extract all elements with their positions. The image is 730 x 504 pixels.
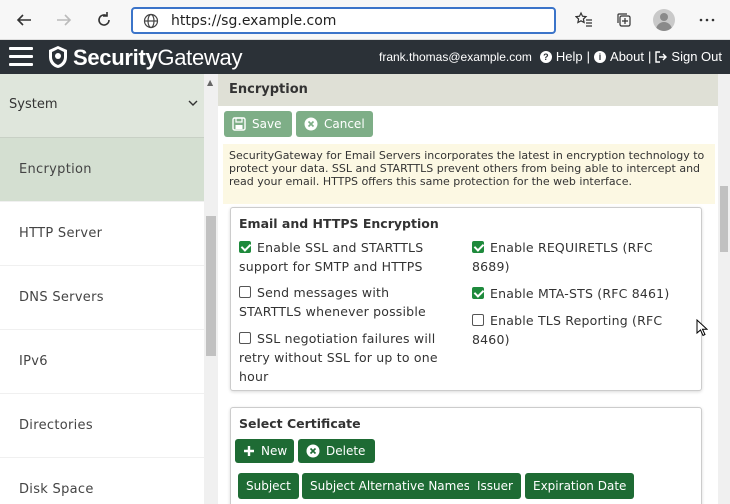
cancel-icon: [304, 117, 318, 131]
page-title-bar: Encryption: [218, 74, 718, 106]
main-scroll-thumb[interactable]: [720, 186, 728, 252]
intro-text: SecurityGateway for Email Servers incorp…: [223, 144, 715, 204]
option-requiretls[interactable]: Enable REQUIRETLS (RFC 8689): [472, 238, 694, 276]
back-arrow-icon[interactable]: [12, 8, 36, 32]
sign-out-link[interactable]: Sign Out: [671, 49, 722, 64]
main-content: Encryption Save Cancel SecurityGateway f…: [218, 74, 730, 504]
encryption-options-card: Email and HTTPS Encryption Enable SSL an…: [230, 207, 702, 391]
column-header-expiration-date[interactable]: Expiration Date: [525, 473, 635, 499]
card-title: Email and HTTPS Encryption: [239, 216, 439, 231]
sidebar-item-http-server[interactable]: HTTP Server: [0, 202, 204, 266]
collections-icon[interactable]: [612, 8, 636, 32]
sidebar-item-disk-space[interactable]: Disk Space: [0, 458, 204, 504]
sidebar-item-ipv6[interactable]: IPv6: [0, 330, 204, 394]
browser-toolbar: https://sg.example.com: [0, 0, 730, 40]
checkbox-send-starttls[interactable]: [239, 286, 251, 298]
sidebar-item-label: Encryption: [19, 162, 92, 177]
column-header-subject[interactable]: Subject: [238, 473, 299, 499]
help-link[interactable]: Help: [556, 49, 583, 64]
delete-label: Delete: [326, 444, 366, 458]
checkbox-tls-reporting[interactable]: [472, 314, 484, 326]
save-label: Save: [252, 117, 282, 131]
header-links: frank.thomas@example.com ? Help | i Abou…: [378, 49, 722, 64]
sign-out-icon: [655, 50, 668, 63]
column-header-subject-alternative-names[interactable]: Subject Alternative Names: [302, 473, 478, 499]
user-email[interactable]: frank.thomas@example.com: [379, 50, 532, 64]
new-label: New: [261, 444, 288, 458]
sidebar-item-dns-servers[interactable]: DNS Servers: [0, 266, 204, 330]
card-title: Select Certificate: [239, 416, 361, 431]
sidebar-item-label: Directories: [19, 418, 93, 433]
sidebar-section-system[interactable]: System: [0, 74, 204, 138]
logo-text: SecurityGateway: [73, 45, 243, 70]
option-ssl-retry[interactable]: SSL negotiation failures will retry with…: [239, 329, 454, 386]
info-icon: i: [594, 50, 607, 63]
checkbox-requiretls[interactable]: [472, 241, 484, 253]
address-bar[interactable]: https://sg.example.com: [131, 7, 556, 34]
sidebar-scrollbar[interactable]: ▲: [204, 74, 218, 504]
app-header: SecurityGateway frank.thomas@example.com…: [0, 40, 730, 74]
sidebar-item-encryption[interactable]: Encryption: [0, 138, 204, 202]
sidebar: System Encryption HTTP Server DNS Server…: [0, 74, 218, 504]
mouse-cursor-icon: [696, 319, 708, 337]
more-icon[interactable]: [695, 8, 719, 32]
main-scrollbar[interactable]: [718, 74, 730, 504]
forward-arrow-icon[interactable]: [52, 8, 76, 32]
save-button[interactable]: Save: [224, 111, 292, 137]
sidebar-item-label: IPv6: [19, 354, 48, 369]
help-icon: ?: [539, 50, 552, 63]
about-link[interactable]: About: [610, 49, 644, 64]
option-send-starttls[interactable]: Send messages with STARTTLS whenever pos…: [239, 283, 449, 321]
option-ssl-starttls[interactable]: Enable SSL and STARTTLS support for SMTP…: [239, 238, 449, 276]
delete-icon: [306, 444, 320, 458]
sidebar-scroll-thumb[interactable]: [206, 216, 216, 356]
cancel-label: Cancel: [324, 117, 365, 131]
globe-icon: [143, 13, 159, 28]
cancel-button[interactable]: Cancel: [296, 111, 373, 137]
new-certificate-button[interactable]: New: [235, 439, 294, 463]
column-header-issuer[interactable]: Issuer: [469, 473, 521, 499]
save-icon: [232, 117, 246, 131]
sidebar-item-label: HTTP Server: [19, 226, 103, 241]
profile-avatar[interactable]: [653, 9, 675, 31]
certificate-card: Select Certificate New Delete Subject Su…: [230, 407, 702, 504]
sidebar-section-label: System: [9, 97, 58, 112]
checkbox-ssl-retry[interactable]: [239, 332, 251, 344]
url-text: https://sg.example.com: [171, 12, 337, 29]
logo-icon: [49, 46, 67, 68]
checkbox-mta-sts[interactable]: [472, 287, 484, 299]
plus-icon: [243, 445, 255, 457]
sidebar-item-label: DNS Servers: [19, 290, 104, 305]
page-title: Encryption: [229, 82, 308, 97]
option-tls-reporting[interactable]: Enable TLS Reporting (RFC 8460): [472, 311, 694, 349]
sidebar-item-label: Disk Space: [19, 482, 94, 497]
checkbox-ssl-starttls[interactable]: [239, 241, 251, 253]
refresh-icon[interactable]: [92, 8, 116, 32]
chevron-down-icon: [188, 100, 198, 106]
sidebar-item-directories[interactable]: Directories: [0, 394, 204, 458]
favorites-icon[interactable]: [572, 8, 596, 32]
scroll-up-icon[interactable]: ▲: [207, 78, 213, 87]
delete-certificate-button[interactable]: Delete: [298, 439, 375, 463]
hamburger-menu-icon[interactable]: [9, 47, 33, 67]
option-mta-sts[interactable]: Enable MTA-STS (RFC 8461): [472, 284, 694, 303]
